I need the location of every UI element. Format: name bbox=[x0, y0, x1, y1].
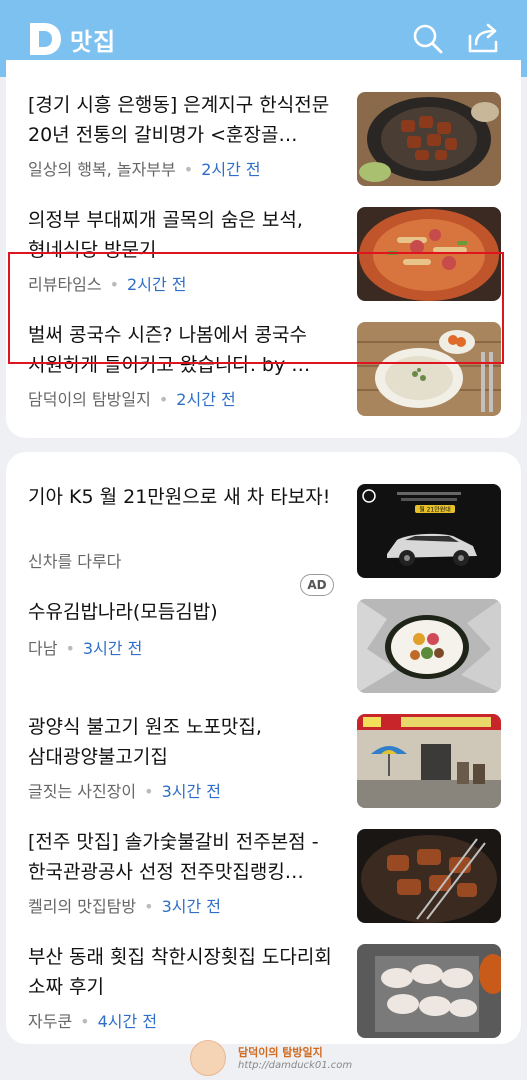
gimbap-thumbnail[interactable] bbox=[357, 599, 501, 693]
item-time: 2시간 전 bbox=[201, 160, 261, 179]
ad-badge: AD bbox=[300, 574, 334, 596]
highlight-box bbox=[8, 252, 504, 364]
item-source: 자두쿤 bbox=[28, 1012, 73, 1031]
watermark-title: 담덕이의 탐방일지 bbox=[238, 1046, 323, 1059]
share-icon[interactable] bbox=[466, 22, 500, 56]
avatar bbox=[190, 1040, 226, 1076]
grilled-galbi-thumbnail[interactable] bbox=[357, 829, 501, 923]
item-title[interactable]: 기아 K5 월 21만원으로 새 차 타보자! bbox=[28, 482, 344, 512]
watermark-url: http://damduck01.com bbox=[238, 1060, 353, 1071]
item-meta: 담덕이의 탐방일지 • 2시간 전 bbox=[28, 386, 236, 410]
ad-item[interactable]: 기아 K5 월 21만원으로 새 차 타보자! 신차를 다루다 AD 월 21만… bbox=[6, 482, 521, 596]
item-source: 담덕이의 탐방일지 bbox=[28, 390, 151, 409]
kia-k5-thumbnail[interactable]: 월 21만원대 bbox=[357, 484, 501, 578]
item-title[interactable]: 수유김밥나라(모듬김밥) bbox=[28, 597, 344, 627]
item-meta: 일상의 행복, 놀자부부 • 2시간 전 bbox=[28, 156, 261, 180]
daum-logo-icon[interactable] bbox=[26, 20, 64, 58]
item-title[interactable]: [경기 시흥 은행동] 은계지구 한식전문 20년 전통의 갈비명가 <훈장골… bbox=[28, 90, 344, 150]
item-source: 다남 bbox=[28, 639, 58, 658]
item-time: 4시간 전 bbox=[97, 1012, 158, 1031]
item-title[interactable]: 부산 동래 횟집 착한시장횟집 도다리회 소짜 후기 bbox=[28, 942, 344, 1002]
search-icon[interactable] bbox=[411, 22, 445, 56]
separator-dot: • bbox=[144, 782, 154, 801]
item-meta: 켈리의 맛집탐방 • 3시간 전 bbox=[28, 893, 221, 917]
item-meta: 다남 • 3시간 전 bbox=[28, 635, 142, 659]
item-meta: 신차를 다루다 bbox=[28, 548, 121, 572]
galbi-thumbnail[interactable] bbox=[357, 92, 501, 186]
separator-dot: • bbox=[158, 390, 169, 409]
list-item[interactable]: 부산 동래 횟집 착한시장횟집 도다리회 소짜 후기 자두쿤 • 4시간 전 bbox=[6, 942, 521, 1042]
list-item[interactable]: [전주 맛집] 솔가숯불갈비 전주본점 - 한국관광공사 선정 전주맛집랭킹… … bbox=[6, 827, 521, 927]
section-title[interactable]: 맛집 bbox=[70, 22, 116, 57]
blog-watermark: 담덕이의 탐방일지 http://damduck01.com bbox=[190, 1040, 353, 1080]
item-title[interactable]: 광양식 불고기 원조 노포맛집, 삼대광양불고기집 bbox=[28, 712, 344, 772]
list-item[interactable]: 수유김밥나라(모듬김밥) 다남 • 3시간 전 bbox=[6, 597, 521, 697]
list-item[interactable]: 광양식 불고기 원조 노포맛집, 삼대광양불고기집 글짓는 사진장이 • 3시간 전 bbox=[6, 712, 521, 812]
item-source: 일상의 행복, 놀자부부 bbox=[28, 160, 176, 179]
item-time: 2시간 전 bbox=[176, 390, 236, 409]
item-source: 신차를 다루다 bbox=[28, 552, 122, 571]
separator-dot: • bbox=[144, 897, 154, 916]
sashimi-thumbnail[interactable] bbox=[357, 944, 501, 1038]
ad-thumb-text: 월 21만원대 bbox=[419, 506, 451, 514]
item-time: 3시간 전 bbox=[161, 782, 222, 801]
news-card-bottom: 기아 K5 월 21만원으로 새 차 타보자! 신차를 다루다 AD 월 21만… bbox=[6, 452, 521, 1044]
item-source: 글짓는 사진장이 bbox=[28, 782, 137, 801]
separator-dot: • bbox=[183, 160, 194, 179]
list-item[interactable]: [경기 시흥 은행동] 은계지구 한식전문 20년 전통의 갈비명가 <훈장골…… bbox=[6, 90, 521, 190]
item-meta: 글짓는 사진장이 • 3시간 전 bbox=[28, 778, 221, 802]
separator-dot: • bbox=[65, 639, 75, 658]
item-title[interactable]: [전주 맛집] 솔가숯불갈비 전주본점 - 한국관광공사 선정 전주맛집랭킹… bbox=[28, 827, 344, 887]
news-card-top: [경기 시흥 은행동] 은계지구 한식전문 20년 전통의 갈비명가 <훈장골…… bbox=[6, 60, 521, 438]
item-time: 3시간 전 bbox=[161, 897, 222, 916]
item-source: 켈리의 맛집탐방 bbox=[28, 897, 137, 916]
item-time: 3시간 전 bbox=[82, 639, 143, 658]
bulgogi-restaurant-thumbnail[interactable] bbox=[357, 714, 501, 808]
item-meta: 자두쿤 • 4시간 전 bbox=[28, 1008, 157, 1032]
separator-dot: • bbox=[80, 1012, 90, 1031]
